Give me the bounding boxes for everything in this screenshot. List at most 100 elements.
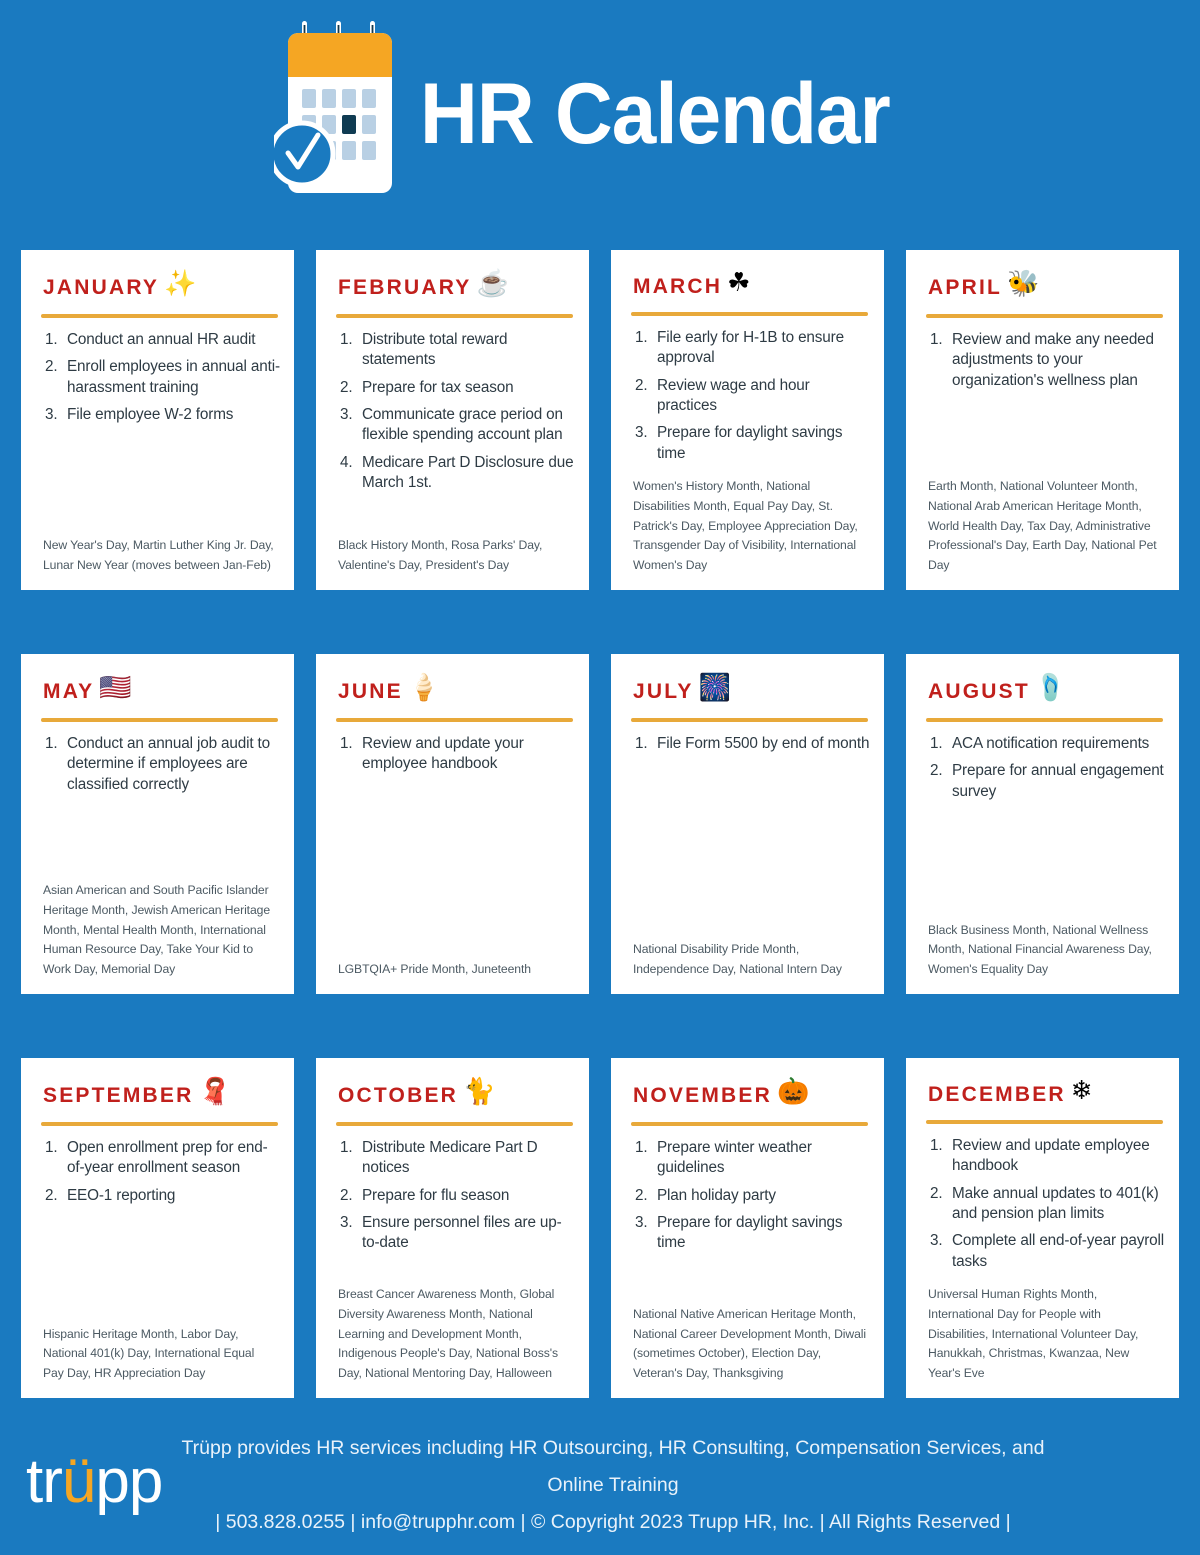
hot-cocoa-mug-icon: ☕ — [476, 268, 509, 298]
gold-divider — [41, 718, 278, 722]
task-item: Distribute Medicare Part D notices — [340, 1138, 538, 1177]
month-name-label: APRIL — [928, 275, 1002, 299]
task-item: File early for H-1B to ensure approval — [635, 328, 844, 367]
logo-accent-letter: ü — [61, 1446, 96, 1516]
gold-divider — [631, 312, 868, 317]
month-name-label: AUGUST — [928, 679, 1030, 703]
task-item: Prepare for daylight savings time — [635, 423, 843, 462]
month-card-january[interactable]: JANUARY ✨ Conduct an annual HR audit Enr… — [21, 250, 294, 590]
task-item: File Form 5500 by end of month — [635, 734, 870, 755]
month-header: MAY 🇺🇸 — [35, 670, 280, 712]
month-header: JULY 🎆 — [625, 670, 870, 712]
month-card-september[interactable]: SEPTEMBER 🧣 Open enrollment prep for end… — [21, 1058, 294, 1398]
task-item: Ensure personnel files are up-to-date — [340, 1213, 562, 1252]
holidays-text: National Disability Pride Month, Indepen… — [633, 942, 842, 977]
shamrock-icon: ☘ — [727, 267, 751, 298]
holidays-text: LGBTQIA+ Pride Month, Juneteenth — [338, 962, 531, 977]
gold-divider — [336, 314, 573, 318]
month-header: FEBRUARY ☕ — [330, 266, 575, 308]
task-list: Review and update employee handbook Make… — [920, 1136, 1165, 1279]
month-header: NOVEMBER 🎃 — [625, 1074, 870, 1116]
month-name-label: FEBRUARY — [338, 275, 472, 299]
month-header: JANUARY ✨ — [35, 266, 280, 308]
task-item: Review wage and hour practices — [635, 376, 810, 415]
holidays-text: Black History Month, Rosa Parks' Day, Va… — [338, 538, 543, 573]
holidays-text: Asian American and South Pacific Islande… — [43, 883, 270, 977]
month-card-august[interactable]: AUGUST 🩴 ACA notification requirements P… — [906, 654, 1179, 994]
gold-divider — [41, 1122, 278, 1126]
task-list: Distribute total reward statements Prepa… — [330, 330, 575, 500]
task-item: Conduct an annual job audit to determine… — [45, 734, 271, 793]
footer-text-block: Trüpp provides HR services including HR … — [166, 1430, 1170, 1541]
month-card-march[interactable]: MARCH ☘ File early for H-1B to ensure ap… — [611, 250, 884, 590]
page-title: HR Calendar — [420, 66, 891, 162]
task-item: File employee W-2 forms — [45, 405, 234, 426]
month-card-december[interactable]: DECEMBER ❄ Review and update employee ha… — [906, 1058, 1179, 1398]
task-list: ACA notification requirements Prepare fo… — [920, 734, 1165, 809]
month-card-may[interactable]: MAY 🇺🇸 Conduct an annual job audit to de… — [21, 654, 294, 994]
gold-divider — [336, 1122, 573, 1126]
month-card-july[interactable]: JULY 🎆 File Form 5500 by end of month Na… — [611, 654, 884, 994]
task-item: Distribute total reward statements — [340, 330, 508, 369]
month-card-november[interactable]: NOVEMBER 🎃 Prepare winter weather guidel… — [611, 1058, 884, 1398]
month-card-april[interactable]: APRIL 🐝 Review and make any needed adjus… — [906, 250, 1179, 590]
holidays-text: Earth Month, National Volunteer Month, N… — [928, 479, 1157, 573]
task-item: Plan holiday party — [635, 1186, 776, 1207]
gold-divider — [41, 314, 278, 318]
gold-divider — [926, 718, 1163, 722]
month-card-june[interactable]: JUNE 🍦 Review and update your employee h… — [316, 654, 589, 994]
month-name-label: SEPTEMBER — [43, 1083, 194, 1107]
task-item: Make annual updates to 401(k) and pensio… — [930, 1184, 1159, 1223]
task-item: Prepare winter weather guidelines — [635, 1138, 812, 1177]
holidays-text: New Year's Day, Martin Luther King Jr. D… — [43, 538, 274, 573]
task-item: ACA notification requirements — [930, 734, 1150, 755]
task-list: Distribute Medicare Part D notices Prepa… — [330, 1138, 575, 1261]
task-item: Review and update employee handbook — [930, 1136, 1150, 1175]
task-list: File early for H-1B to ensure approval R… — [625, 328, 870, 471]
month-card-february[interactable]: FEBRUARY ☕ Distribute total reward state… — [316, 250, 589, 590]
flip-flops-icon: 🩴 — [1034, 672, 1068, 702]
page-footer: trüpp Trüpp provides HR services includi… — [0, 1430, 1200, 1555]
task-list: Conduct an annual HR audit Enroll employ… — [35, 330, 280, 432]
gold-divider — [926, 314, 1163, 318]
month-header: AUGUST 🩴 — [920, 670, 1165, 712]
task-list: Conduct an annual job audit to determine… — [35, 734, 280, 802]
gold-divider — [336, 718, 573, 722]
task-item: Enroll employees in annual anti-harassme… — [45, 357, 280, 396]
usa-flag-icon: 🇺🇸 — [99, 672, 132, 702]
month-card-october[interactable]: OCTOBER 🐈 Distribute Medicare Part D not… — [316, 1058, 589, 1398]
month-header: DECEMBER ❄ — [920, 1074, 1165, 1114]
task-item: EEO-1 reporting — [45, 1186, 176, 1207]
holidays-text: Hispanic Heritage Month, Labor Day, Nati… — [43, 1326, 255, 1381]
month-name-label: DECEMBER — [928, 1082, 1066, 1106]
holidays-text: National Native American Heritage Month,… — [633, 1306, 866, 1381]
pumpkins-icon: 🎃 — [776, 1076, 810, 1106]
holidays-text: Breast Cancer Awareness Month, Global Di… — [338, 1287, 558, 1381]
popsicle-icon: 🍦 — [407, 672, 441, 702]
month-header: OCTOBER 🐈 — [330, 1074, 575, 1116]
task-list: Prepare winter weather guidelines Plan h… — [625, 1138, 870, 1261]
task-item: Review and make any needed adjustments t… — [930, 330, 1154, 389]
month-card-grid: JANUARY ✨ Conduct an annual HR audit Enr… — [0, 250, 1200, 1398]
calendar-check-icon — [268, 19, 402, 209]
hanging-stars-icon: ✨ — [164, 268, 197, 298]
bee-icon: 🐝 — [1007, 268, 1040, 298]
trupp-logo[interactable]: trüpp — [26, 1450, 166, 1513]
holidays-text: Universal Human Rights Month, Internatio… — [928, 1287, 1139, 1381]
page-header: HR Calendar — [0, 0, 1200, 250]
footer-services-line: Trüpp provides HR services including HR … — [181, 1436, 1045, 1496]
black-cat-icon: 🐈 — [463, 1076, 496, 1106]
task-list: Review and make any needed adjustments t… — [920, 330, 1165, 398]
month-name-label: MARCH — [633, 274, 723, 298]
gold-divider — [926, 1120, 1163, 1125]
